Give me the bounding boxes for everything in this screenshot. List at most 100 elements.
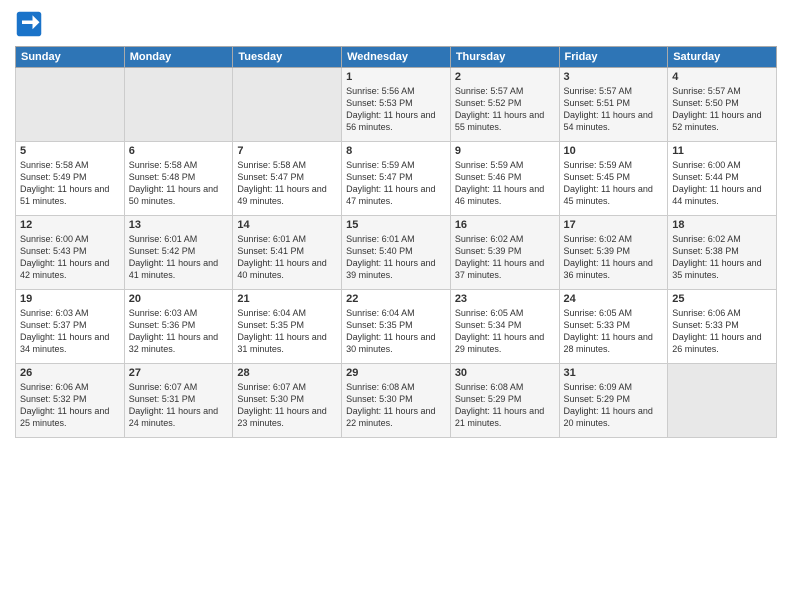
day-number: 16 [455, 219, 555, 231]
day-number: 20 [129, 293, 229, 305]
logo-icon [15, 10, 43, 38]
day-cell: 3Sunrise: 5:57 AMSunset: 5:51 PMDaylight… [559, 68, 668, 142]
day-info: Sunrise: 6:03 AMSunset: 5:36 PMDaylight:… [129, 307, 229, 356]
day-number: 11 [672, 145, 772, 157]
week-row: 12Sunrise: 6:00 AMSunset: 5:43 PMDayligh… [16, 216, 777, 290]
day-number: 10 [564, 145, 664, 157]
day-cell: 16 Sunrise: 6:02 AMSunset: 5:39 PMDayligh… [450, 216, 559, 290]
header-row: SundayMondayTuesdayWednesdayThursdayFrid… [16, 47, 777, 68]
week-row: 19Sunrise: 6:03 AMSunset: 5:37 PMDayligh… [16, 290, 777, 364]
day-cell: 9 Sunrise: 5:59 AMSunset: 5:46 PMDaylight… [450, 142, 559, 216]
day-info: Sunrise: 5:59 AMSunset: 5:47 PMDaylight:… [346, 159, 446, 208]
day-number: 9 [455, 145, 555, 157]
week-row: 1 Sunrise: 5:56 AMSunset: 5:53 PMDaylight… [16, 68, 777, 142]
day-cell: 25 Sunrise: 6:06 AMSunset: 5:33 PMDayligh… [668, 290, 777, 364]
day-cell [124, 68, 233, 142]
page: SundayMondayTuesdayWednesdayThursdayFrid… [0, 0, 792, 612]
day-info: Sunrise: 6:06 AMSunset: 5:32 PMDaylight:… [20, 381, 120, 430]
day-cell: 11Sunrise: 6:00 AMSunset: 5:44 PMDayligh… [668, 142, 777, 216]
day-cell: 19Sunrise: 6:03 AMSunset: 5:37 PMDayligh… [16, 290, 125, 364]
day-info: Sunrise: 6:02 AMSunset: 5:38 PMDaylight:… [672, 233, 772, 282]
day-cell: 15 Sunrise: 6:01 AMSunset: 5:40 PMDayligh… [342, 216, 451, 290]
day-info: Sunrise: 6:09 AMSunset: 5:29 PMDaylight:… [564, 381, 664, 430]
day-number: 17 [564, 219, 664, 231]
day-number: 14 [237, 219, 337, 231]
day-cell: 1 Sunrise: 5:56 AMSunset: 5:53 PMDaylight… [342, 68, 451, 142]
day-info: Sunrise: 5:57 AMSunset: 5:52 PMDaylight:… [455, 85, 555, 134]
day-info: Sunrise: 5:58 AMSunset: 5:47 PMDaylight:… [237, 159, 337, 208]
day-cell: 18 Sunrise: 6:02 AMSunset: 5:38 PMDayligh… [668, 216, 777, 290]
week-row: 26 Sunrise: 6:06 AMSunset: 5:32 PMDayligh… [16, 364, 777, 438]
day-cell: 21Sunrise: 6:04 AMSunset: 5:35 PMDayligh… [233, 290, 342, 364]
day-number: 19 [20, 293, 120, 305]
day-info: Sunrise: 5:59 AMSunset: 5:45 PMDaylight:… [564, 159, 664, 208]
day-number: 13 [129, 219, 229, 231]
day-info: Sunrise: 6:06 AMSunset: 5:33 PMDaylight:… [672, 307, 772, 356]
day-number: 6 [129, 145, 229, 157]
day-info: Sunrise: 6:01 AMSunset: 5:40 PMDaylight:… [346, 233, 446, 282]
day-info: Sunrise: 6:05 AMSunset: 5:33 PMDaylight:… [564, 307, 664, 356]
day-number: 21 [237, 293, 337, 305]
day-cell: 8 Sunrise: 5:59 AMSunset: 5:47 PMDaylight… [342, 142, 451, 216]
day-number: 30 [455, 367, 555, 379]
day-cell: 29Sunrise: 6:08 AMSunset: 5:30 PMDayligh… [342, 364, 451, 438]
day-number: 23 [455, 293, 555, 305]
day-number: 18 [672, 219, 772, 231]
day-info: Sunrise: 5:59 AMSunset: 5:46 PMDaylight:… [455, 159, 555, 208]
day-number: 31 [564, 367, 664, 379]
day-number: 15 [346, 219, 446, 231]
day-number: 4 [672, 71, 772, 83]
header-day: Thursday [450, 47, 559, 68]
day-info: Sunrise: 6:01 AMSunset: 5:42 PMDaylight:… [129, 233, 229, 282]
day-cell: 26 Sunrise: 6:06 AMSunset: 5:32 PMDayligh… [16, 364, 125, 438]
day-number: 29 [346, 367, 446, 379]
day-cell: 28 Sunrise: 6:07 AMSunset: 5:30 PMDayligh… [233, 364, 342, 438]
day-number: 1 [346, 71, 446, 83]
day-info: Sunrise: 6:08 AMSunset: 5:29 PMDaylight:… [455, 381, 555, 430]
day-info: Sunrise: 6:02 AMSunset: 5:39 PMDaylight:… [564, 233, 664, 282]
logo [15, 10, 47, 38]
day-cell: 6 Sunrise: 5:58 AMSunset: 5:48 PMDaylight… [124, 142, 233, 216]
day-cell: 24 Sunrise: 6:05 AMSunset: 5:33 PMDayligh… [559, 290, 668, 364]
day-number: 8 [346, 145, 446, 157]
day-cell: 7 Sunrise: 5:58 AMSunset: 5:47 PMDaylight… [233, 142, 342, 216]
day-cell: 5Sunrise: 5:58 AMSunset: 5:49 PMDaylight… [16, 142, 125, 216]
header-day: Tuesday [233, 47, 342, 68]
day-cell: 27 Sunrise: 6:07 AMSunset: 5:31 PMDayligh… [124, 364, 233, 438]
day-cell: 30 Sunrise: 6:08 AMSunset: 5:29 PMDayligh… [450, 364, 559, 438]
day-number: 26 [20, 367, 120, 379]
day-number: 27 [129, 367, 229, 379]
header-day: Saturday [668, 47, 777, 68]
day-cell: 2 Sunrise: 5:57 AMSunset: 5:52 PMDaylight… [450, 68, 559, 142]
day-cell [233, 68, 342, 142]
day-info: Sunrise: 6:07 AMSunset: 5:30 PMDaylight:… [237, 381, 337, 430]
day-cell: 22 Sunrise: 6:04 AMSunset: 5:35 PMDayligh… [342, 290, 451, 364]
day-cell [16, 68, 125, 142]
day-info: Sunrise: 6:07 AMSunset: 5:31 PMDaylight:… [129, 381, 229, 430]
day-cell: 13 Sunrise: 6:01 AMSunset: 5:42 PMDayligh… [124, 216, 233, 290]
header-day: Monday [124, 47, 233, 68]
day-info: Sunrise: 5:58 AMSunset: 5:48 PMDaylight:… [129, 159, 229, 208]
day-info: Sunrise: 6:04 AMSunset: 5:35 PMDaylight:… [346, 307, 446, 356]
day-number: 24 [564, 293, 664, 305]
day-cell: 14Sunrise: 6:01 AMSunset: 5:41 PMDayligh… [233, 216, 342, 290]
day-info: Sunrise: 5:57 AMSunset: 5:51 PMDaylight:… [564, 85, 664, 134]
day-number: 5 [20, 145, 120, 157]
week-row: 5Sunrise: 5:58 AMSunset: 5:49 PMDaylight… [16, 142, 777, 216]
header-day: Friday [559, 47, 668, 68]
header-day: Wednesday [342, 47, 451, 68]
day-number: 12 [20, 219, 120, 231]
day-info: Sunrise: 5:56 AMSunset: 5:53 PMDaylight:… [346, 85, 446, 134]
day-cell [668, 364, 777, 438]
day-cell: 31 Sunrise: 6:09 AMSunset: 5:29 PMDayligh… [559, 364, 668, 438]
day-number: 28 [237, 367, 337, 379]
day-info: Sunrise: 6:05 AMSunset: 5:34 PMDaylight:… [455, 307, 555, 356]
day-number: 22 [346, 293, 446, 305]
header [15, 10, 777, 38]
day-info: Sunrise: 6:02 AMSunset: 5:39 PMDaylight:… [455, 233, 555, 282]
day-number: 7 [237, 145, 337, 157]
day-cell: 17 Sunrise: 6:02 AMSunset: 5:39 PMDayligh… [559, 216, 668, 290]
day-number: 2 [455, 71, 555, 83]
day-cell: 12Sunrise: 6:00 AMSunset: 5:43 PMDayligh… [16, 216, 125, 290]
day-number: 25 [672, 293, 772, 305]
